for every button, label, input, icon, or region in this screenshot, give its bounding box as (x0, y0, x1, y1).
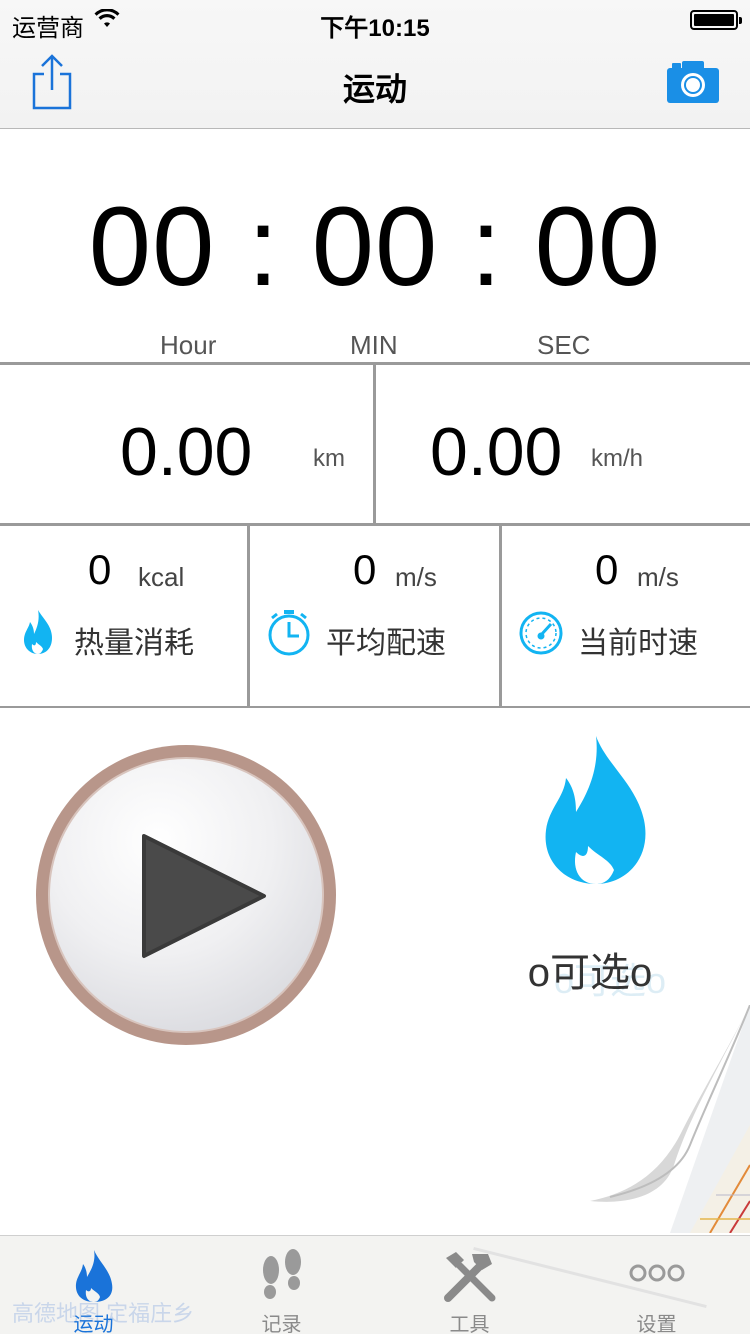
tab-workout[interactable]: 运动 (0, 1236, 187, 1334)
page-title: 运动 (342, 71, 407, 107)
calories-unit: kcal (138, 562, 185, 592)
minute-label: MIN (350, 330, 398, 360)
current-speed-unit: m/s (637, 562, 679, 592)
tab-label: 设置 (636, 1314, 677, 1334)
camera-icon (667, 61, 719, 103)
average-pace-unit: m/s (395, 562, 437, 592)
divider (0, 523, 750, 526)
second-label: SEC (537, 330, 591, 360)
battery-icon (690, 10, 742, 30)
tab-label: 工具 (449, 1314, 490, 1334)
navigation-bar: 运营商 下午10:15 运动 (0, 0, 750, 129)
divider (247, 526, 250, 708)
speedometer-icon (518, 610, 563, 658)
tools-icon (442, 1248, 498, 1309)
optional-label: o可选o (527, 951, 653, 995)
workout-timer: 00 : 00 : 00 Hour MIN SEC (0, 130, 750, 362)
calories-value: 0 (88, 546, 112, 593)
speed-unit: km/h (591, 445, 644, 472)
status-bar: 运营商 下午10:15 (0, 0, 750, 42)
current-speed-value: 0 (595, 546, 619, 593)
flame-icon (536, 734, 654, 886)
distance-value: 0.00 (120, 414, 253, 490)
speed-value: 0.00 (430, 414, 563, 490)
distance-unit: km (313, 445, 345, 472)
timer-display: 00 : 00 : 00 (88, 184, 662, 309)
stopwatch-icon (266, 608, 310, 656)
camera-button[interactable] (666, 60, 720, 104)
footprints-icon (258, 1248, 306, 1307)
calories-label: 热量消耗 (74, 627, 194, 660)
map-page-curl[interactable] (590, 1004, 750, 1234)
tab-settings[interactable]: 设置 (563, 1236, 750, 1334)
hour-label: Hour (160, 330, 217, 360)
play-button[interactable] (36, 745, 336, 1045)
divider (499, 526, 502, 708)
tab-bar: 高德地图 定福庄乡 运动 记录 工具 设置 (0, 1235, 750, 1334)
status-time: 下午10:15 (320, 15, 430, 42)
tab-tools[interactable]: 工具 (376, 1236, 563, 1334)
average-pace-value: 0 (353, 546, 377, 593)
tab-records[interactable]: 记录 (188, 1236, 375, 1334)
more-icon (629, 1262, 685, 1289)
divider (373, 364, 376, 524)
average-pace-label: 平均配速 (326, 627, 446, 660)
current-speed-label: 当前时速 (578, 627, 698, 660)
tab-label: 运动 (73, 1314, 114, 1334)
divider (0, 706, 750, 708)
flame-icon (72, 1248, 116, 1309)
tab-label: 记录 (261, 1314, 302, 1334)
play-icon (142, 834, 266, 958)
flame-icon (18, 608, 62, 656)
